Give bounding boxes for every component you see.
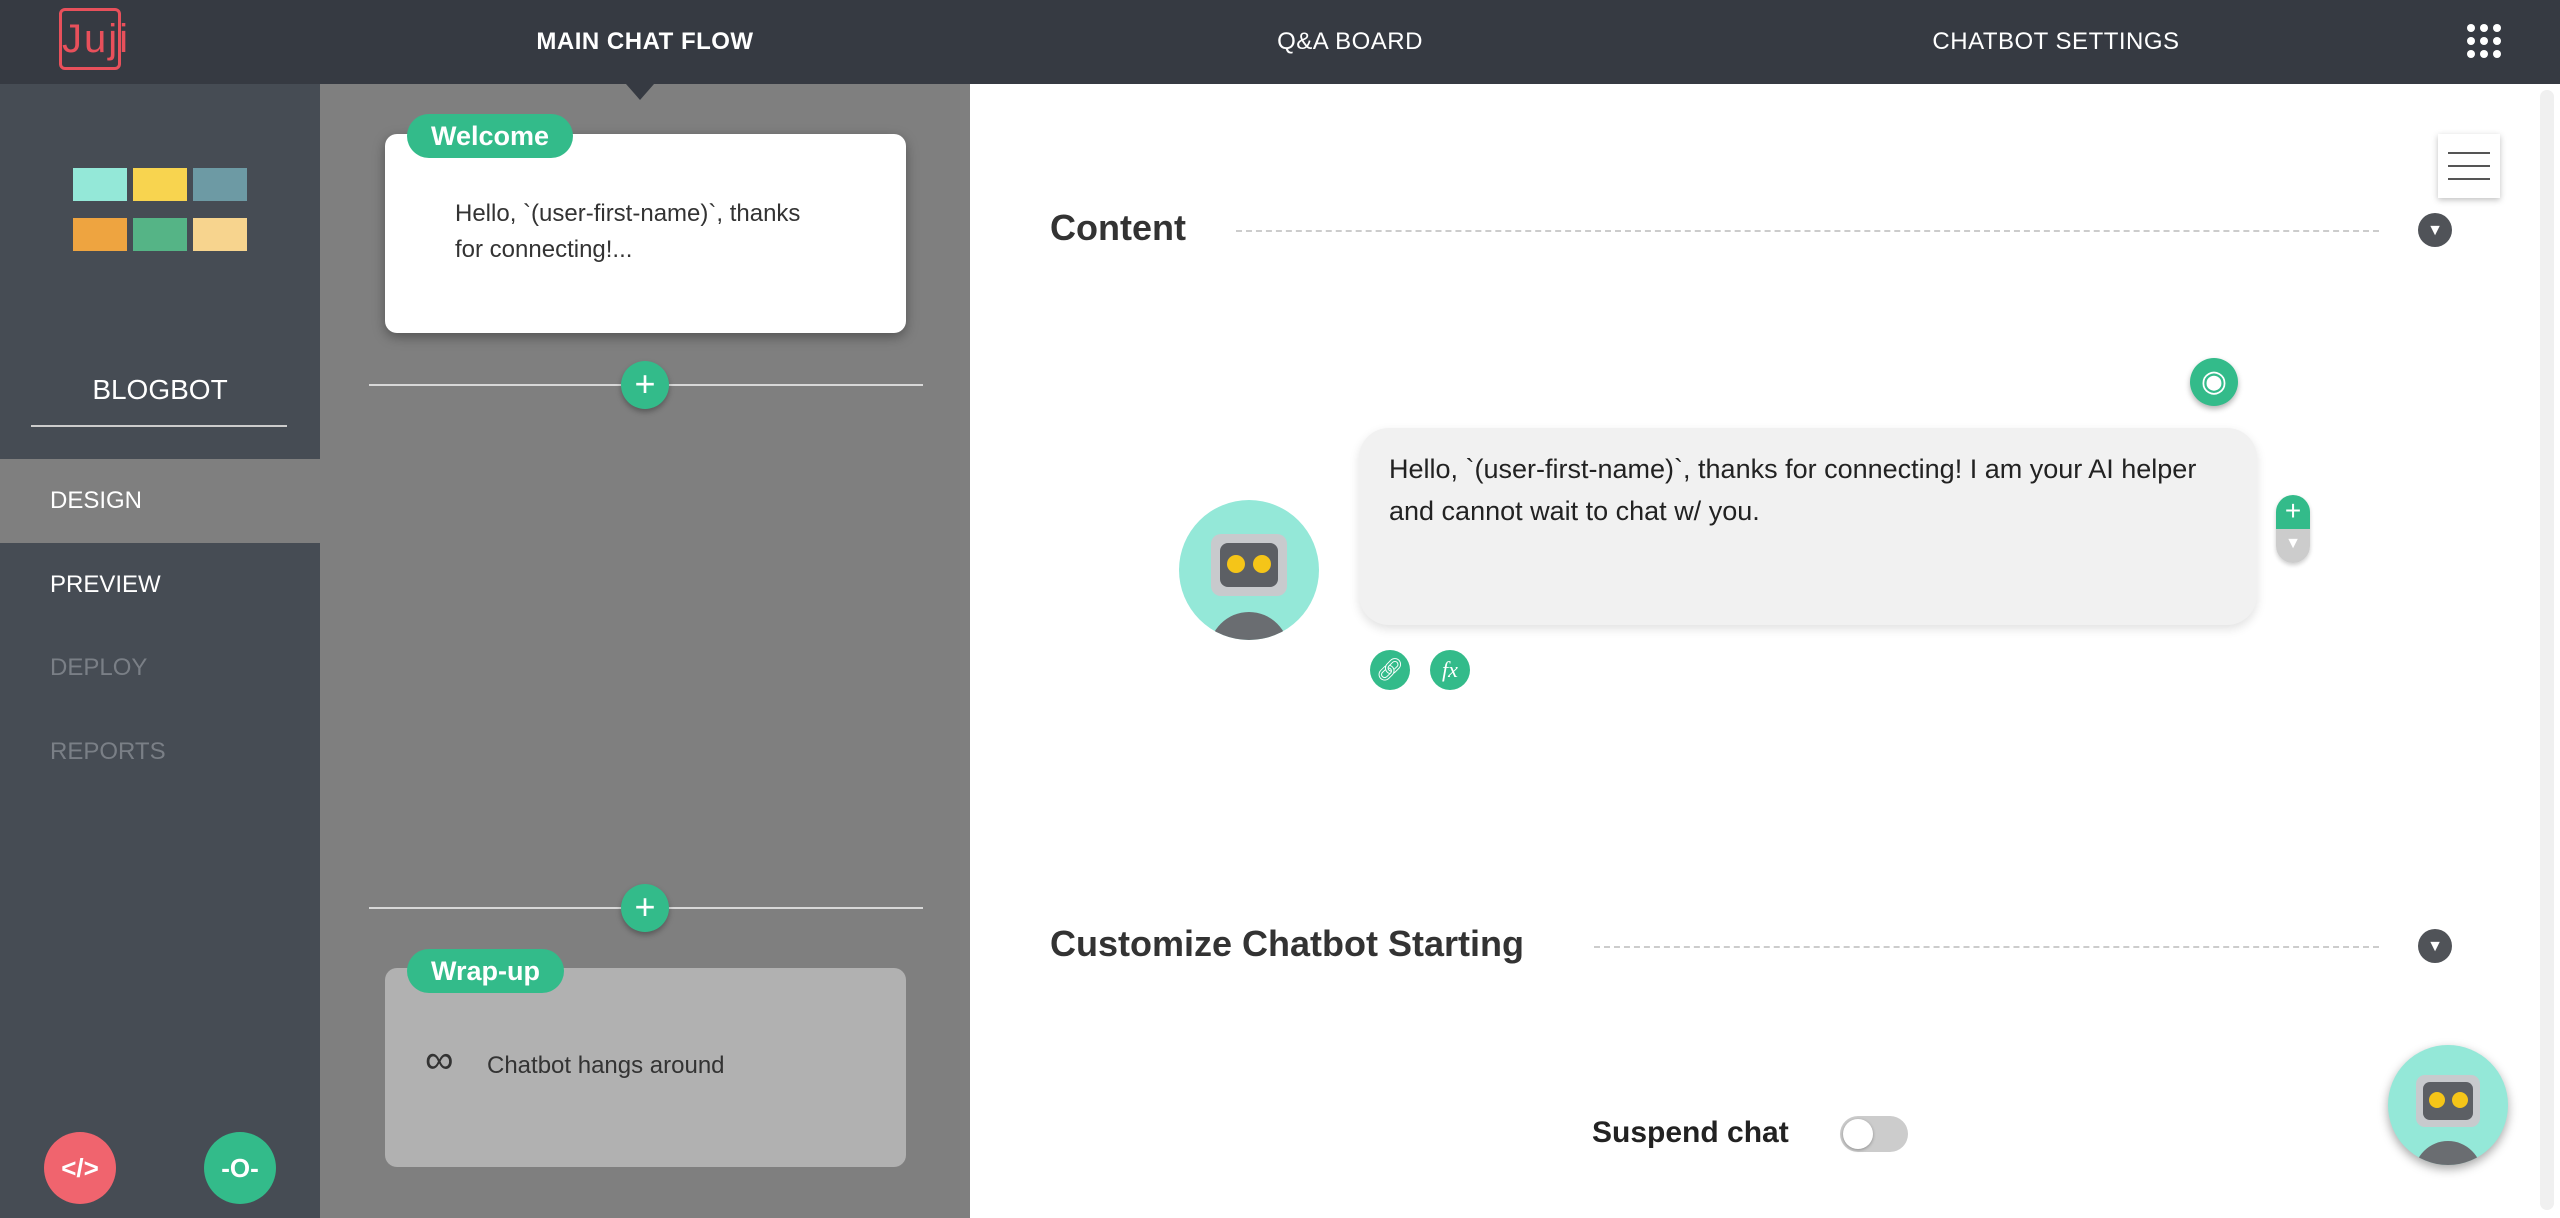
sidebar-item-design[interactable]: DESIGN [0,459,320,543]
divider [1236,230,2379,232]
preview-eye-icon[interactable]: ◉ [2190,358,2238,406]
welcome-text: Hello, `(user-first-name)`, thanks for c… [455,200,801,263]
wrapup-card[interactable]: ∞ Chatbot hangs around [385,968,906,1167]
infinity-icon: ∞ [425,1038,454,1082]
sidebar-item-reports[interactable]: REPORTS [0,710,320,794]
tab-main-chat-flow[interactable]: MAIN CHAT FLOW [536,0,753,84]
bot-toggle-button[interactable]: -O- [204,1132,276,1204]
collapse-chevron-icon[interactable]: ▼ [2418,213,2452,247]
active-tab-pointer [626,84,654,100]
divider [1594,946,2379,948]
chatbot-launcher-button[interactable] [2388,1045,2508,1165]
divider [31,425,287,427]
scrollbar[interactable] [2540,90,2554,1210]
bot-avatar [1179,500,1319,640]
add-topic-button[interactable]: + [621,361,669,409]
sidebar: BLOGBOT DESIGN PREVIEW DEPLOY REPORTS </… [0,84,320,1218]
top-bar: Juji MAIN CHAT FLOW Q&A BOARD CHATBOT SE… [0,0,2560,84]
settings-sliders-icon[interactable] [2438,134,2500,198]
welcome-card[interactable]: Hello, `(user-first-name)`, thanks for c… [385,134,906,333]
tab-chatbot-settings[interactable]: CHATBOT SETTINGS [1932,0,2179,84]
content-section-title: Content [1050,207,1186,248]
next-variant-button[interactable]: ▼ [2276,529,2310,563]
tab-qa-board[interactable]: Q&A BOARD [1277,0,1423,84]
juji-logo[interactable]: Juji [59,8,128,70]
variant-stepper[interactable]: + ▼ [2276,495,2310,563]
message-textarea[interactable]: Hello, `(user-first-name)`, thanks for c… [1359,428,2257,625]
collapse-chevron-icon[interactable]: ▼ [2418,929,2452,963]
suspend-chat-label: Suspend chat [1592,1116,1789,1149]
function-icon[interactable]: fx [1430,650,1470,690]
link-icon[interactable]: 🔗︎ [1370,650,1410,690]
bot-name: BLOGBOT [92,374,228,405]
add-variant-button[interactable]: + [2276,495,2310,529]
sidebar-item-deploy[interactable]: DEPLOY [0,626,320,710]
wrapup-badge: Wrap-up [407,949,564,993]
sidebar-item-preview[interactable]: PREVIEW [0,543,320,627]
suspend-chat-toggle[interactable] [1840,1116,1908,1152]
welcome-badge: Welcome [407,114,574,158]
add-topic-button[interactable]: + [621,884,669,932]
wrapup-text: Chatbot hangs around [487,1052,725,1079]
customize-section-title: Customize Chatbot Starting [1050,923,1524,964]
grid-icon[interactable] [2467,24,2501,58]
embed-code-button[interactable]: </> [44,1132,116,1204]
bot-avatars [73,168,247,251]
